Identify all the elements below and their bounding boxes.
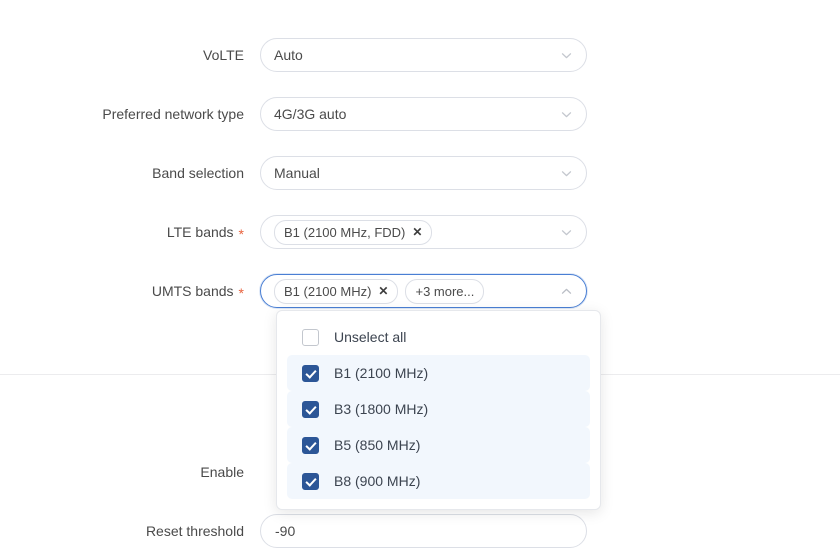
input-reset-threshold-value: -90 [275, 523, 296, 539]
form-row-band-selection: Band selection Manual [0, 156, 840, 190]
required-marker: * [238, 285, 244, 301]
select-preferred-network-type[interactable]: 4G/3G auto [260, 97, 587, 131]
close-icon[interactable]: ✕ [412, 226, 422, 238]
dropdown-option-unselect-all[interactable]: Unselect all [287, 319, 590, 355]
chevron-down-icon [560, 108, 573, 121]
umts-bands-more-chip[interactable]: +3 more... [405, 278, 485, 304]
umts-bands-dropdown-panel[interactable]: Unselect all B1 (2100 MHz) B3 (1800 MHz)… [276, 310, 601, 510]
label-reset-threshold-text: Reset threshold [145, 523, 244, 539]
label-band-selection-text: Band selection [152, 165, 244, 181]
checkbox-unchecked-icon[interactable] [302, 328, 319, 346]
dropdown-option-b3[interactable]: B3 (1800 MHz) [287, 391, 590, 427]
lte-bands-chip-list: B1 (2100 MHz, FDD) ✕ [274, 219, 433, 245]
chevron-up-icon [560, 285, 573, 298]
form-row-reset-threshold: Reset threshold -90 [0, 514, 840, 548]
select-band-selection-value: Manual [274, 165, 320, 181]
label-reset-threshold: Reset threshold [0, 514, 260, 548]
label-enable-text: Enable [200, 464, 244, 480]
umts-bands-more-chip-label: +3 more... [415, 283, 475, 299]
label-preferred-network-type-text: Preferred network type [102, 106, 244, 122]
dropdown-option-label: B5 (850 MHz) [334, 437, 421, 453]
select-volte[interactable]: Auto [260, 38, 587, 72]
label-umts-bands: UMTS bands * [0, 274, 260, 308]
label-lte-bands: LTE bands * [0, 215, 260, 249]
dropdown-option-b5[interactable]: B5 (850 MHz) [287, 427, 590, 463]
dropdown-option-label: B3 (1800 MHz) [334, 401, 429, 417]
label-preferred-network-type: Preferred network type [0, 97, 260, 131]
input-reset-threshold[interactable]: -90 [260, 514, 587, 548]
dropdown-option-b8[interactable]: B8 (900 MHz) [287, 463, 590, 499]
umts-bands-chip[interactable]: B1 (2100 MHz) ✕ [274, 278, 399, 304]
label-enable: Enable [0, 455, 260, 489]
form-row-volte: VoLTE Auto [0, 38, 840, 72]
label-band-selection: Band selection [0, 156, 260, 190]
required-marker: * [238, 226, 244, 242]
chevron-down-icon [560, 226, 573, 239]
dropdown-option-label: Unselect all [334, 329, 407, 345]
checkbox-checked-icon[interactable] [302, 364, 319, 382]
close-icon[interactable]: ✕ [378, 285, 388, 297]
multiselect-umts-bands[interactable]: B1 (2100 MHz) ✕ +3 more... [260, 274, 587, 308]
umts-bands-chip-label: B1 (2100 MHz) [284, 283, 372, 299]
form-row-umts-bands: UMTS bands * B1 (2100 MHz) ✕ +3 more... [0, 274, 840, 308]
select-band-selection[interactable]: Manual [260, 156, 587, 190]
dropdown-option-label: B8 (900 MHz) [334, 473, 421, 489]
label-lte-bands-text: LTE bands [166, 224, 234, 240]
chevron-down-icon [560, 49, 573, 62]
lte-bands-chip-label: B1 (2100 MHz, FDD) [284, 224, 406, 240]
label-volte: VoLTE [0, 38, 260, 72]
checkbox-checked-icon[interactable] [302, 472, 319, 490]
label-umts-bands-text: UMTS bands [151, 283, 234, 299]
checkbox-checked-icon[interactable] [302, 436, 319, 454]
form-row-lte-bands: LTE bands * B1 (2100 MHz, FDD) ✕ [0, 215, 840, 249]
checkbox-checked-icon[interactable] [302, 400, 319, 418]
lte-bands-chip[interactable]: B1 (2100 MHz, FDD) ✕ [274, 219, 433, 245]
select-volte-value: Auto [274, 47, 303, 63]
label-volte-text: VoLTE [203, 47, 244, 63]
chevron-down-icon [560, 167, 573, 180]
dropdown-option-label: B1 (2100 MHz) [334, 365, 429, 381]
form-row-preferred-network-type: Preferred network type 4G/3G auto [0, 97, 840, 131]
select-preferred-network-type-value: 4G/3G auto [274, 106, 347, 122]
umts-bands-chip-list: B1 (2100 MHz) ✕ +3 more... [274, 278, 485, 304]
dropdown-option-b1[interactable]: B1 (2100 MHz) [287, 355, 590, 391]
network-settings-form: VoLTE Auto Preferred network type 4G/3G … [0, 0, 840, 560]
multiselect-lte-bands[interactable]: B1 (2100 MHz, FDD) ✕ [260, 215, 587, 249]
